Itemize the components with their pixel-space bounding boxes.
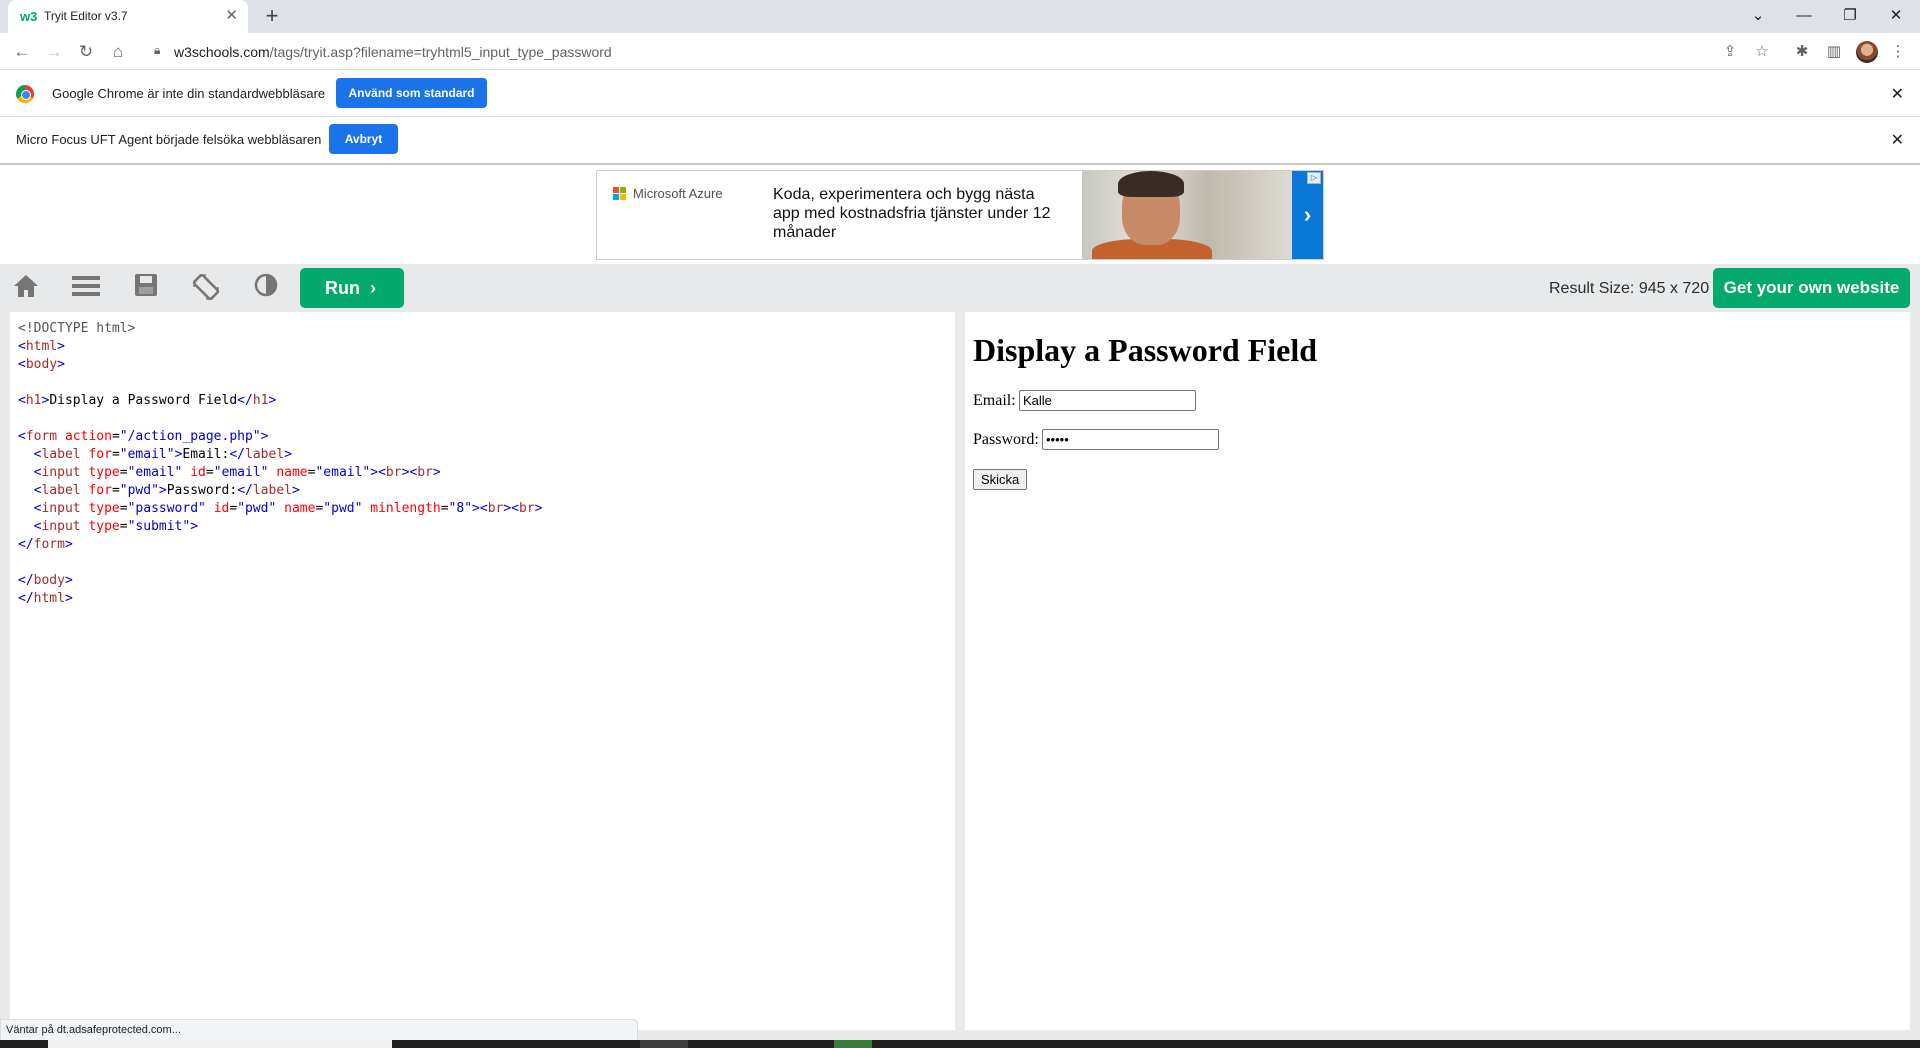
set-as-default-button[interactable]: Använd som standard: [336, 78, 487, 108]
email-label: Email:: [973, 392, 1016, 409]
microsoft-logo-icon: [613, 187, 627, 201]
run-button[interactable]: Run ›: [300, 268, 404, 308]
rotate-orientation-icon[interactable]: [190, 272, 222, 304]
new-tab-icon[interactable]: +: [260, 4, 284, 28]
get-your-own-website-button[interactable]: Get your own website: [1713, 268, 1910, 308]
cancel-debugging-button[interactable]: Avbryt: [329, 124, 398, 154]
default-browser-infobar: Google Chrome är inte din standardwebblä…: [0, 71, 1920, 117]
menu-hamburger-icon[interactable]: [70, 272, 102, 304]
dark-mode-contrast-icon[interactable]: [250, 272, 282, 304]
home-icon[interactable]: [10, 272, 42, 304]
address-bar[interactable]: 🔒︎ w3schools.com/tags/tryit.asp?filename…: [140, 36, 1760, 67]
password-label: Password:: [973, 431, 1039, 448]
url-text: w3schools.com/tags/tryit.asp?filename=tr…: [174, 44, 612, 60]
result-heading: Display a Password Field: [973, 332, 1318, 368]
code-text[interactable]: <!DOCTYPE html> <html> <body> <h1>Displa…: [18, 320, 542, 608]
bookmark-star-icon[interactable]: ☆: [1750, 40, 1774, 64]
taskbar-item[interactable]: [834, 1040, 872, 1048]
taskbar: [0, 1040, 1920, 1048]
reload-icon[interactable]: ↻: [74, 40, 98, 64]
tab-search-chevron-down-icon[interactable]: ⌄: [1746, 4, 1770, 28]
ad-next-arrow-icon[interactable]: ›: [1292, 171, 1323, 259]
default-browser-text: Google Chrome är inte din standardwebblä…: [52, 86, 326, 101]
ad-photo: [1082, 171, 1292, 259]
lock-icon[interactable]: 🔒︎: [154, 43, 160, 58]
debugging-text: Micro Focus UFT Agent började felsöka we…: [16, 132, 322, 147]
code-editor[interactable]: <!DOCTYPE html> <html> <body> <h1>Displa…: [10, 312, 955, 1030]
run-label: Run: [325, 278, 360, 298]
taskbar-item[interactable]: [48, 1040, 392, 1048]
email-field[interactable]: Kalle: [1019, 390, 1196, 411]
password-field[interactable]: •••••: [1042, 429, 1219, 450]
profile-avatar[interactable]: [1856, 41, 1878, 63]
submit-button[interactable]: Skicka: [973, 469, 1028, 490]
debug-infobar-close-icon[interactable]: ✕: [1891, 130, 1904, 150]
tryit-toolbar: Run › Result Size: 945 x 720 Get your ow…: [0, 264, 1920, 312]
forward-arrow-icon[interactable]: →: [42, 40, 66, 64]
ad-copy: Koda, experimentera och bygg nästa app m…: [773, 186, 1051, 241]
status-bubble: Väntar på dt.adsafeprotected.com...: [0, 1019, 638, 1041]
save-disk-icon[interactable]: [130, 272, 162, 304]
taskbar-item[interactable]: [640, 1040, 688, 1048]
tab-title: Tryit Editor v3.7: [44, 9, 128, 23]
home-icon[interactable]: ⌂: [106, 40, 130, 64]
tab-strip: w3 Tryit Editor v3.7 ✕ + ⌄ — ❐ ✕: [0, 0, 1920, 33]
menu-kebab-icon[interactable]: ⋮: [1886, 40, 1910, 64]
w3schools-favicon-icon: w3: [20, 9, 38, 24]
result-frame[interactable]: Display a Password Field Email: Kalle Pa…: [965, 312, 1910, 1030]
extensions-puzzle-icon[interactable]: ✱: [1790, 40, 1814, 64]
chrome-logo-icon: [16, 85, 34, 103]
back-arrow-icon[interactable]: ←: [10, 40, 34, 64]
adchoices-icon[interactable]: ▷: [1307, 172, 1321, 184]
infobar-close-icon[interactable]: ✕: [1891, 84, 1904, 104]
result-size: Result Size: 945 x 720: [1549, 280, 1710, 297]
browser-tab[interactable]: w3 Tryit Editor v3.7 ✕: [8, 0, 248, 33]
url-host: w3schools.com: [174, 44, 270, 60]
debugging-infobar: Micro Focus UFT Agent började felsöka we…: [0, 117, 1920, 165]
url-path: /tags/tryit.asp?filename=tryhtml5_input_…: [269, 44, 612, 60]
ad-brand: Microsoft Azure: [633, 186, 723, 201]
ad-banner[interactable]: Microsoft Azure Koda, experimentera och …: [596, 170, 1324, 260]
side-panel-icon[interactable]: ▥: [1822, 40, 1846, 64]
chevron-right-icon: ›: [370, 278, 376, 298]
tab-close-icon[interactable]: ✕: [225, 6, 238, 24]
window-close-icon[interactable]: ✕: [1884, 4, 1908, 28]
restore-icon[interactable]: ❐: [1838, 4, 1862, 28]
share-icon[interactable]: ⇪: [1718, 40, 1742, 64]
browser-toolbar: ← → ↻ ⌂ 🔒︎ w3schools.com/tags/tryit.asp?…: [0, 33, 1920, 70]
minimize-icon[interactable]: —: [1792, 4, 1816, 28]
tryit-workspace: <!DOCTYPE html> <html> <body> <h1>Displa…: [0, 312, 1920, 1040]
